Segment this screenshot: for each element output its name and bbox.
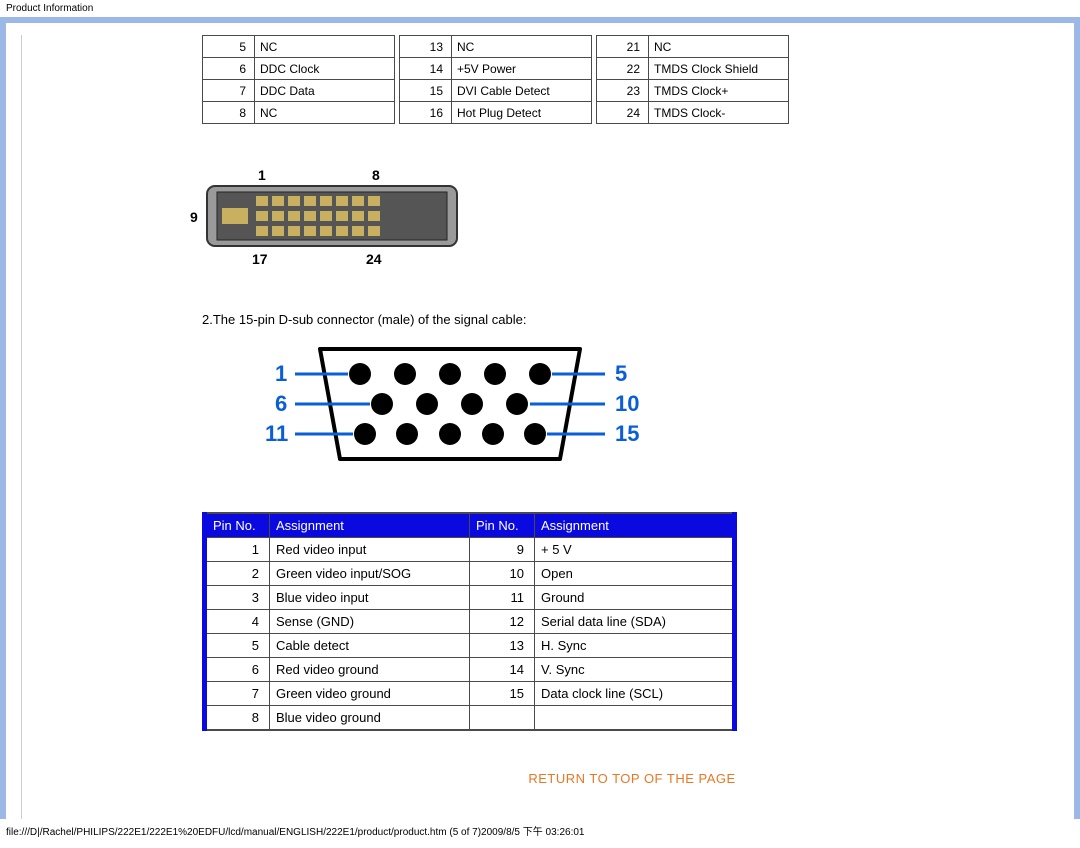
- label: 17: [252, 251, 268, 267]
- cell: Green video input/SOG: [270, 562, 470, 586]
- cell: 7: [205, 682, 270, 706]
- content-frame: 5NC 6DDC Clock 7DDC Data 8NC 13NC 14+5V …: [0, 17, 1080, 819]
- cell: Open: [535, 562, 735, 586]
- cell: Blue video input: [270, 586, 470, 610]
- label: 1: [275, 361, 287, 386]
- cell: 12: [470, 610, 535, 634]
- page-header: Product Information: [0, 0, 1080, 17]
- cell: TMDS Clock+: [649, 80, 789, 102]
- dvi-connector-diagram: 1 8 9 17 24: [182, 164, 462, 274]
- header-assign: Assignment: [535, 513, 735, 538]
- dsub-pin-table: Pin No. Assignment Pin No. Assignment 1R…: [202, 512, 737, 731]
- cell: NC: [255, 36, 395, 58]
- dsub-description: 2.The 15-pin D-sub connector (male) of t…: [202, 312, 1062, 327]
- cell: [535, 706, 735, 731]
- cell: 5: [203, 36, 255, 58]
- cell: 1: [205, 538, 270, 562]
- cell: Serial data line (SDA): [535, 610, 735, 634]
- label: 10: [615, 391, 639, 416]
- cell: Blue video ground: [270, 706, 470, 731]
- label: 6: [275, 391, 287, 416]
- cell: Cable detect: [270, 634, 470, 658]
- label: 11: [265, 421, 288, 446]
- cell: 24: [597, 102, 649, 124]
- cell: 23: [597, 80, 649, 102]
- cell: 16: [400, 102, 452, 124]
- cell: [470, 706, 535, 731]
- cell: Green video ground: [270, 682, 470, 706]
- cell: Sense (GND): [270, 610, 470, 634]
- cell: 15: [470, 682, 535, 706]
- cell: V. Sync: [535, 658, 735, 682]
- cell: 10: [470, 562, 535, 586]
- cell: DDC Data: [255, 80, 395, 102]
- cell: 9: [470, 538, 535, 562]
- cell: 6: [203, 58, 255, 80]
- dvi-pin-table: 5NC 6DDC Clock 7DDC Data 8NC 13NC 14+5V …: [202, 35, 1062, 124]
- cell: 15: [400, 80, 452, 102]
- dsub-connector-diagram: 1 5 6 10 11 15: [250, 339, 650, 469]
- cell: 14: [400, 58, 452, 80]
- cell: 8: [203, 102, 255, 124]
- cell: Red video input: [270, 538, 470, 562]
- label: 1: [258, 167, 266, 183]
- cell: NC: [452, 36, 592, 58]
- cell: 3: [205, 586, 270, 610]
- header-pin: Pin No.: [205, 513, 270, 538]
- cell: + 5 V: [535, 538, 735, 562]
- cell: NC: [649, 36, 789, 58]
- cell: Red video ground: [270, 658, 470, 682]
- label: 9: [190, 209, 198, 225]
- label: 5: [615, 361, 627, 386]
- label: 15: [615, 421, 639, 446]
- footer-file-path: file:///D|/Rachel/PHILIPS/222E1/222E1%20…: [0, 819, 1080, 838]
- cell: 6: [205, 658, 270, 682]
- label: 8: [372, 167, 380, 183]
- cell: TMDS Clock Shield: [649, 58, 789, 80]
- return-to-top-link[interactable]: RETURN TO TOP OF THE PAGE: [202, 771, 1062, 786]
- cell: 13: [470, 634, 535, 658]
- cell: 11: [470, 586, 535, 610]
- header-assign: Assignment: [270, 513, 470, 538]
- label: 24: [366, 251, 382, 267]
- cell: Ground: [535, 586, 735, 610]
- cell: 21: [597, 36, 649, 58]
- cell: 2: [205, 562, 270, 586]
- cell: Hot Plug Detect: [452, 102, 592, 124]
- cell: H. Sync: [535, 634, 735, 658]
- cell: 22: [597, 58, 649, 80]
- cell: +5V Power: [452, 58, 592, 80]
- cell: 5: [205, 634, 270, 658]
- cell: NC: [255, 102, 395, 124]
- cell: DVI Cable Detect: [452, 80, 592, 102]
- cell: 8: [205, 706, 270, 731]
- cell: 4: [205, 610, 270, 634]
- cell: DDC Clock: [255, 58, 395, 80]
- cell: 7: [203, 80, 255, 102]
- cell: Data clock line (SCL): [535, 682, 735, 706]
- cell: TMDS Clock-: [649, 102, 789, 124]
- header-pin: Pin No.: [470, 513, 535, 538]
- cell: 14: [470, 658, 535, 682]
- cell: 13: [400, 36, 452, 58]
